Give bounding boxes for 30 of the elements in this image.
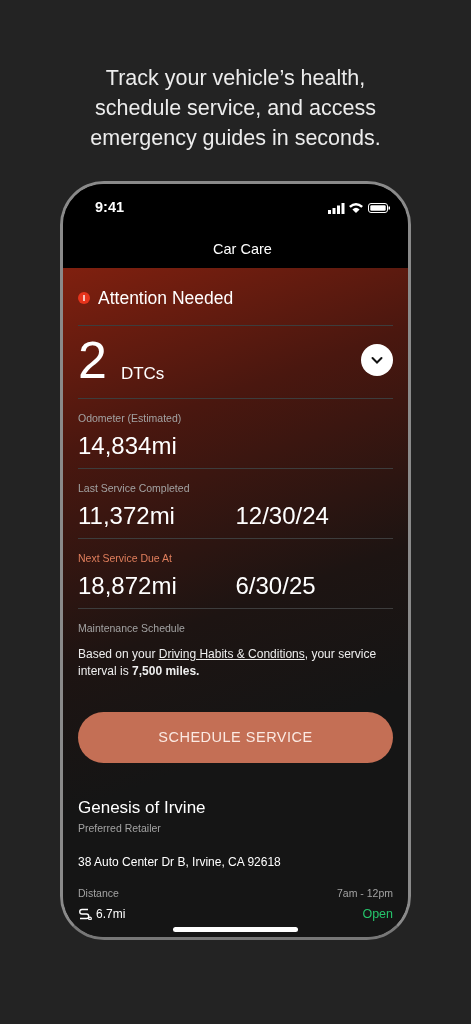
opening-hours: 7am - 12pm (336, 885, 393, 901)
stat-value: 18,872mi (78, 570, 178, 601)
dtc-count: 2 (78, 334, 107, 387)
section-label: Maintenance Schedule (78, 620, 186, 636)
retailer-address: 38 Auto Center Dr B, Irvine, CA 92618 (78, 853, 282, 871)
expand-button[interactable] (361, 344, 393, 377)
distance-value: 6.7mi (96, 906, 126, 924)
stat-value: 6/30/25 (235, 570, 317, 601)
signal-icon (328, 201, 345, 214)
battery-icon (368, 202, 390, 213)
stat-value: 11,372mi (78, 500, 176, 531)
alert-icon (78, 292, 90, 305)
stat-value: 14,834mi (78, 431, 178, 461)
stat-value: 12/30/24 (235, 500, 330, 531)
status-time: 9:41 (95, 198, 125, 217)
retailer-name: Genesis of Irvine (78, 797, 207, 820)
route-icon (78, 908, 92, 921)
alert-title: Attention Needed (98, 287, 234, 310)
screen-title: Car Care (212, 239, 273, 259)
headline: Track your vehicle’s health, schedule service, and access emergency guides in seconds. (89, 65, 382, 152)
stat-label: Odometer (Estimated) (78, 411, 183, 427)
wifi-icon (349, 202, 364, 214)
driving-habits-link[interactable]: Driving Habits & Conditions (158, 647, 305, 662)
retailer-subtitle: Preferred Retailer (78, 820, 162, 836)
stat-label: Last Service Completed (78, 481, 191, 496)
stat-label: Next Service Due At (78, 550, 173, 566)
distance-label: Distance (78, 885, 120, 901)
dtc-unit: DTCs (120, 362, 165, 385)
maintenance-text: Based on your Driving Habits & Conditions, your service interval is 7,500 miles. (78, 646, 378, 681)
open-status: Open (361, 906, 393, 924)
